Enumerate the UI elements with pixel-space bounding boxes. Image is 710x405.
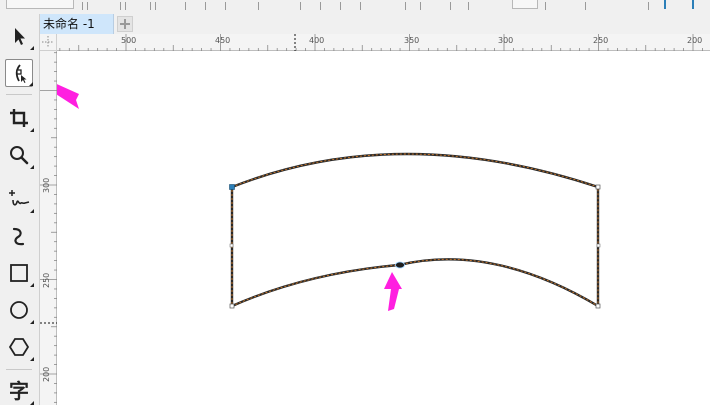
crop-tool[interactable]	[5, 104, 34, 132]
flyout-indicator	[30, 357, 34, 361]
ellipse-icon	[10, 301, 28, 319]
text-tool[interactable]: 字	[5, 377, 34, 405]
magnifier-icon	[10, 146, 29, 165]
ruler-origin-corner[interactable]	[40, 34, 57, 51]
toolbar-accent	[664, 0, 666, 9]
node-handle[interactable]	[595, 303, 601, 309]
shape-tool[interactable]	[5, 59, 33, 87]
text-tool-icon: 字	[9, 379, 29, 403]
ruler-label: 200	[687, 36, 703, 45]
flyout-indicator	[30, 283, 34, 287]
toolbar-separator	[150, 2, 151, 10]
add-document-tab-button[interactable]	[117, 16, 133, 32]
document-tab-bar: 未命名 -1	[40, 14, 710, 34]
flyout-indicator	[30, 209, 34, 213]
ruler-label: 400	[309, 36, 325, 45]
arched-banner-selection-outline	[231, 153, 599, 307]
document-tab-title: 未命名 -1	[43, 17, 95, 31]
polygon-tool[interactable]	[5, 333, 34, 361]
vertical-ruler-ticks	[40, 52, 57, 403]
flyout-indicator	[29, 82, 33, 86]
ruler-label: 300	[498, 36, 514, 45]
artistic-media-tool[interactable]	[5, 222, 33, 250]
toolbar-separator	[405, 2, 406, 10]
toolbar-separator	[320, 2, 321, 10]
ruler-label: 200	[42, 366, 51, 382]
flyout-indicator	[30, 46, 34, 50]
flyout-indicator	[30, 320, 34, 324]
toolbar-separator	[155, 2, 156, 10]
ruler-label: 500	[121, 36, 137, 45]
toolbar-separator	[258, 2, 259, 10]
vertical-ruler[interactable]: 300 250 200	[40, 51, 57, 405]
horizontal-ruler-ticks	[59, 34, 703, 51]
toolbar-separator	[585, 2, 586, 10]
ruler-label: 250	[42, 272, 51, 288]
toolbar-separator	[450, 2, 451, 10]
node-handle[interactable]	[595, 184, 601, 190]
ruler-label: 450	[215, 36, 231, 45]
toolbar-separator	[420, 2, 421, 10]
toolbar-separator	[300, 2, 301, 10]
horizontal-ruler[interactable]: 500 450 400 350 300 250 200	[57, 34, 710, 51]
freehand-tool[interactable]	[5, 185, 34, 213]
toolbar-button[interactable]	[512, 0, 538, 9]
node-handle[interactable]	[229, 184, 235, 190]
node-handle[interactable]	[229, 303, 235, 309]
toolbar-separator	[648, 2, 649, 10]
ruler-label: 350	[404, 36, 420, 45]
pick-tool[interactable]	[5, 22, 34, 50]
ruler-label: 250	[593, 36, 609, 45]
hexagon-icon	[8, 338, 30, 356]
toolbar-separator	[125, 2, 126, 10]
zoom-tool[interactable]	[5, 141, 34, 169]
toolbox: 字	[0, 14, 40, 405]
toolbar-separator	[225, 2, 226, 10]
ruler-label: 300	[42, 177, 51, 193]
toolbar-separator	[360, 2, 361, 10]
toolbar-accent	[692, 0, 694, 9]
toolbox-separator	[6, 369, 32, 370]
flyout-indicator	[30, 401, 34, 405]
rectangle-tool[interactable]	[5, 259, 34, 287]
arched-banner-shape[interactable]	[230, 152, 600, 308]
toolbox-separator	[6, 94, 32, 95]
annotation-arrow	[384, 272, 402, 311]
toolbar-separator	[340, 2, 341, 10]
toolbar-separator	[205, 2, 206, 10]
node-handle[interactable]	[229, 243, 234, 248]
toolbar-separator	[120, 2, 121, 10]
shape-node-icon	[15, 64, 27, 83]
flyout-indicator	[30, 128, 34, 132]
selected-node-handle[interactable]	[395, 261, 405, 269]
rectangle-icon	[10, 264, 28, 282]
ruler-origin-icon	[42, 36, 54, 48]
node-handle[interactable]	[596, 243, 601, 248]
toolbar-separator	[87, 2, 88, 10]
toolbar-separator	[82, 2, 83, 10]
plus-icon	[120, 19, 130, 29]
toolbar-separator	[468, 2, 469, 10]
drawing-canvas[interactable]	[57, 51, 710, 405]
toolbar-separator	[545, 2, 546, 10]
freehand-icon	[9, 190, 30, 206]
annotation-arrow	[57, 84, 79, 109]
crop-icon	[10, 109, 28, 127]
ellipse-tool[interactable]	[5, 296, 34, 324]
curve-s-icon	[12, 227, 25, 246]
toolbar-button[interactable]	[6, 0, 74, 9]
pointer-arrow-icon	[15, 28, 25, 45]
document-tab[interactable]: 未命名 -1	[40, 14, 114, 34]
top-toolbar-strip	[0, 0, 710, 15]
canvas-artwork	[57, 84, 601, 311]
flyout-indicator	[30, 165, 34, 169]
toolbar-separator	[185, 2, 186, 10]
